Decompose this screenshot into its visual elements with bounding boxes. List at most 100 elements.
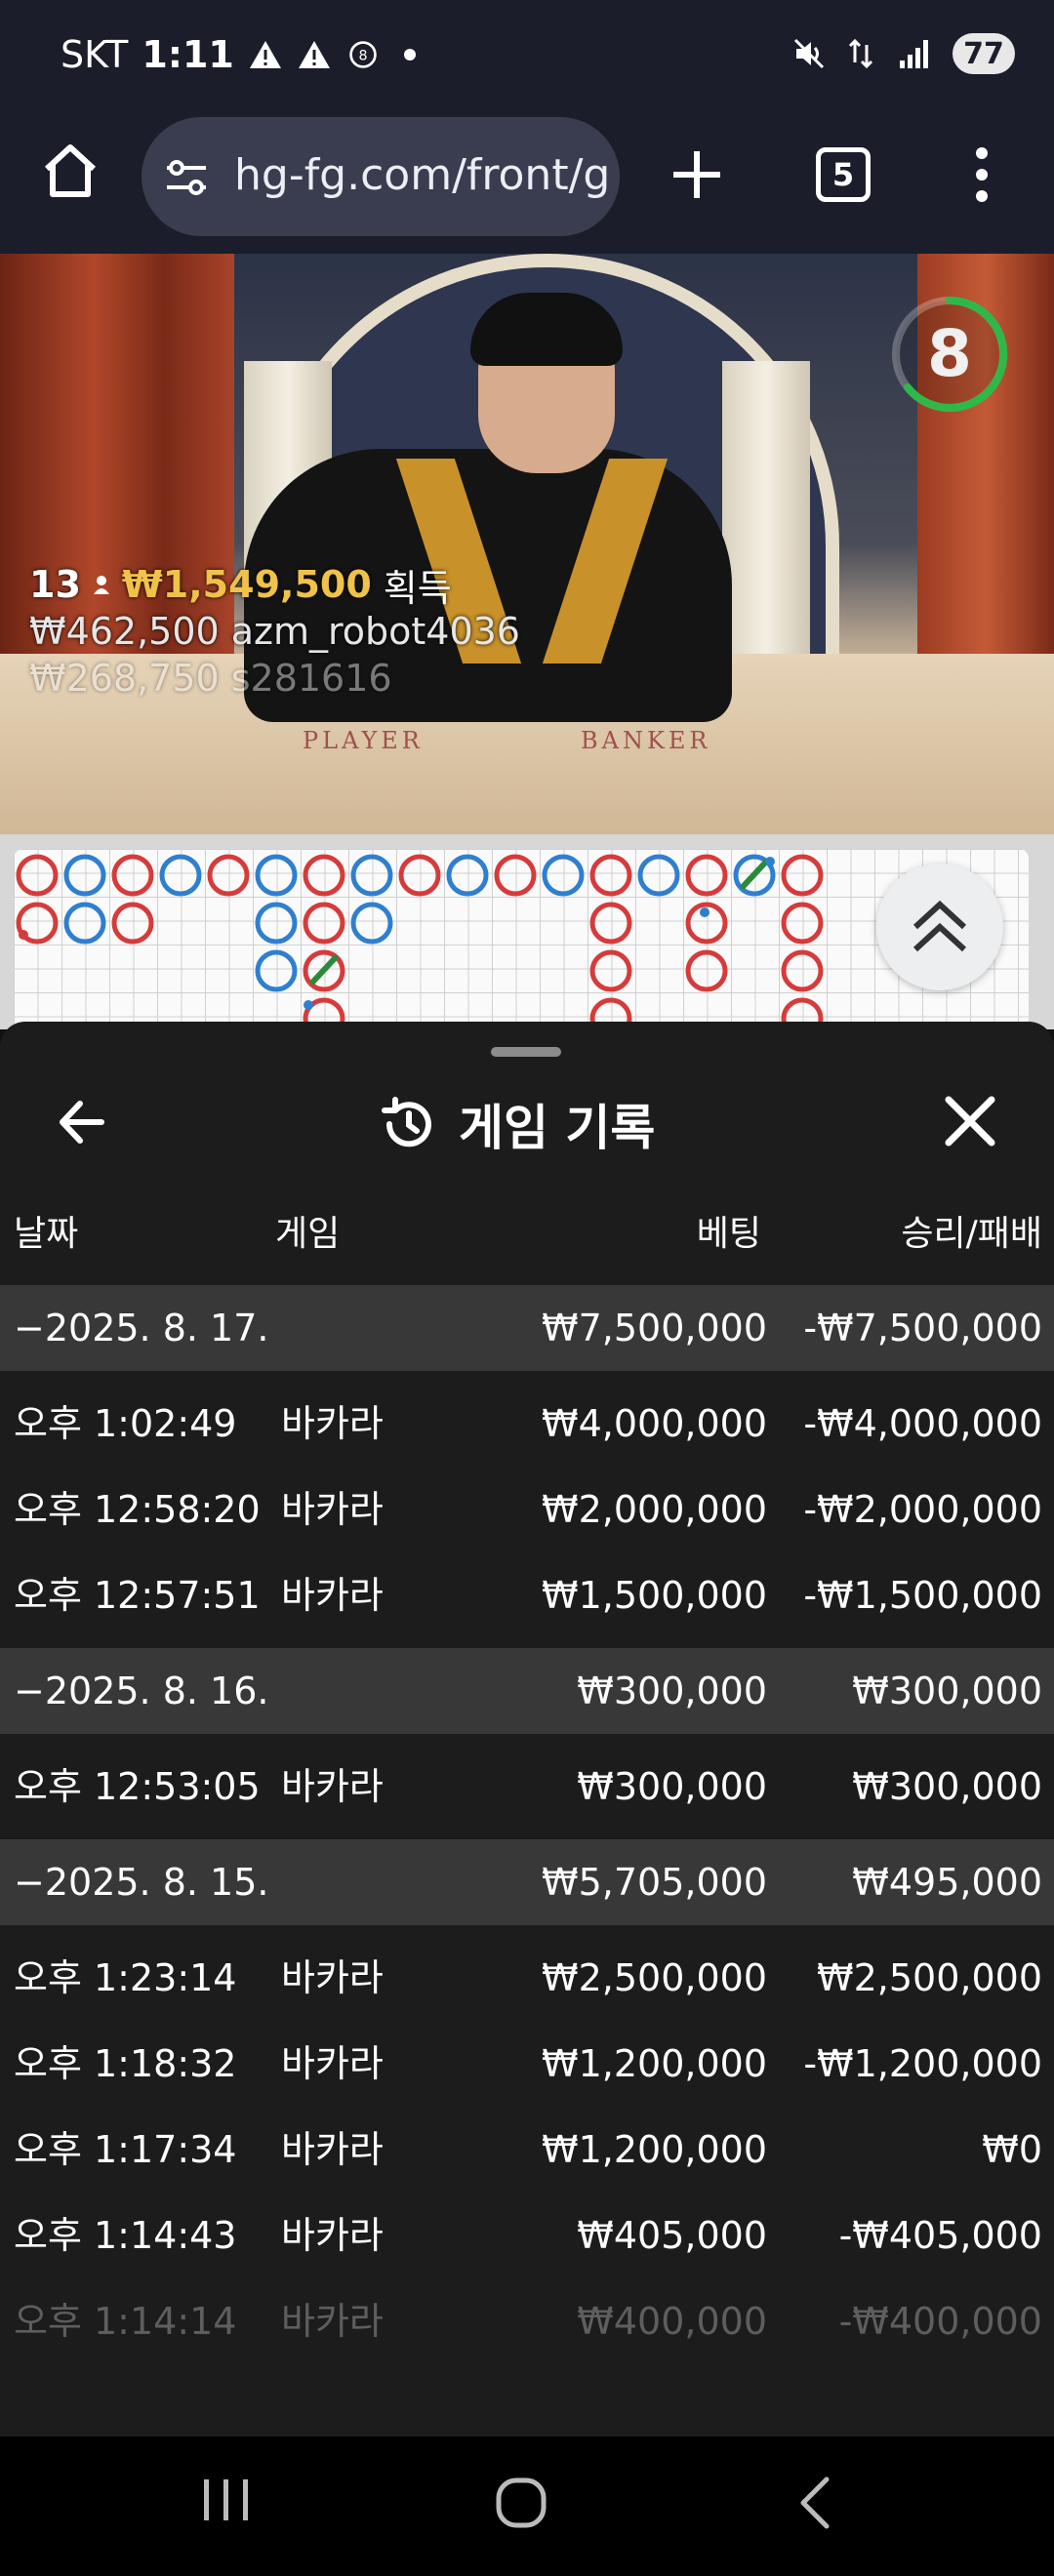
row-result: -₩2,000,000 (803, 1488, 1042, 1531)
row-time: 오후 1:23:14 (14, 1956, 237, 1999)
winner-row: ₩268,750 s281616 (29, 655, 1054, 702)
history-icon (382, 1097, 431, 1147)
scroll-fade (0, 2329, 1054, 2436)
svg-text:8: 8 (358, 48, 367, 63)
row-bet: ₩7,500,000 (542, 1307, 767, 1349)
winner-user: s281616 (230, 657, 392, 700)
plus-icon[interactable] (669, 147, 724, 202)
winner-amount: ₩462,500 (29, 610, 220, 653)
row-game: 바카라 (281, 1574, 384, 1617)
row-bet: ₩1,500,000 (542, 1574, 767, 1617)
row-bet: ₩300,000 (577, 1670, 767, 1712)
row-date: −2025. 8. 17. (14, 1307, 269, 1349)
history-row[interactable]: 오후 1:18:32 바카라 ₩1,200,000 -₩1,200,000 (0, 2021, 1054, 2107)
home-icon[interactable] (39, 140, 101, 202)
back-nav-icon[interactable] (795, 2474, 834, 2532)
history-table: −2025. 8. 17. ₩7,500,000 -₩7,500,000 오후 … (0, 1285, 1054, 2364)
row-date: −2025. 8. 16. (14, 1670, 269, 1712)
winner-count: 13 (29, 563, 81, 606)
row-result: -₩4,000,000 (803, 1402, 1042, 1445)
row-time: 오후 12:57:51 (14, 1574, 261, 1617)
arrow-left-icon[interactable] (51, 1088, 119, 1156)
drag-handle[interactable] (491, 1047, 561, 1057)
row-bet: ₩5,705,000 (542, 1861, 767, 1904)
url-text: hg-fg.com/front/g (234, 150, 611, 200)
live-dealer-video[interactable]: PLAYER BANKER 8 13 ₩1,549,500 획득 ₩462,50… (0, 254, 1054, 834)
signal-icon (900, 40, 928, 68)
row-bet: ₩405,000 (577, 2214, 767, 2257)
tune-icon[interactable] (163, 154, 210, 201)
row-bet: ₩2,000,000 (542, 1488, 767, 1531)
row-bet: ₩1,200,000 (542, 2042, 767, 2085)
row-result: ₩0 (982, 2128, 1042, 2171)
row-result: -₩1,500,000 (803, 1574, 1042, 1617)
winner-row: ₩462,500 azm_robot4036 (29, 608, 1054, 655)
history-row[interactable]: 오후 12:53:05 바카라 ₩300,000 ₩300,000 (0, 1744, 1054, 1830)
close-icon[interactable] (939, 1090, 1001, 1152)
mute-icon (793, 38, 825, 69)
row-result: ₩300,000 (852, 1765, 1042, 1808)
row-result: -₩405,000 (838, 2214, 1042, 2257)
row-time: 오후 1:18:32 (14, 2042, 237, 2085)
date-group-row[interactable]: −2025. 8. 16. ₩300,000 ₩300,000 (0, 1648, 1054, 1734)
row-result: -₩7,500,000 (803, 1307, 1042, 1349)
row-date: −2025. 8. 15. (14, 1861, 269, 1904)
history-row[interactable]: 오후 1:02:49 바카라 ₩4,000,000 -₩4,000,000 (0, 1381, 1054, 1467)
url-bar[interactable]: hg-fg.com/front/g (142, 117, 620, 236)
winners-total-row: 13 ₩1,549,500 획득 (29, 561, 1054, 610)
row-time: 오후 1:14:43 (14, 2214, 237, 2257)
battery-indicator: 77 (953, 33, 1015, 74)
row-result: ₩495,000 (852, 1861, 1042, 1904)
row-time: 오후 1:17:34 (14, 2128, 237, 2171)
row-game: 바카라 (281, 2128, 384, 2171)
row-time: 오후 1:02:49 (14, 1402, 237, 1445)
data-saver-icon: 8 (349, 41, 377, 68)
winners-list: 13 ₩1,549,500 획득 ₩462,500 azm_robot4036 … (29, 561, 1054, 702)
winners-total-amount: ₩1,549,500 (121, 563, 372, 606)
person-icon (93, 576, 109, 594)
carrier-label: SKT (61, 33, 129, 76)
row-time: 오후 12:53:05 (14, 1765, 261, 1808)
row-bet: ₩1,200,000 (542, 2128, 767, 2171)
row-result: ₩2,500,000 (817, 1956, 1042, 1999)
date-group-row[interactable]: −2025. 8. 15. ₩5,705,000 ₩495,000 (0, 1839, 1054, 1925)
history-row[interactable]: 오후 1:23:14 바카라 ₩2,500,000 ₩2,500,000 (0, 1935, 1054, 2021)
recent-apps-icon[interactable] (200, 2475, 253, 2524)
row-game: 바카라 (281, 1956, 384, 1999)
game-history-sheet: 게임 기록 날짜 게임 베팅 승리/패배 −2025. 8. 17. ₩7,50… (0, 1022, 1054, 2436)
row-result: ₩300,000 (852, 1670, 1042, 1712)
double-chevron-up-icon (912, 900, 967, 952)
row-time: 오후 12:58:20 (14, 1488, 261, 1531)
notification-dot (403, 49, 416, 60)
home-nav-icon[interactable] (494, 2475, 548, 2530)
system-navigation-bar (0, 2436, 1054, 2576)
date-group-row[interactable]: −2025. 8. 17. ₩7,500,000 -₩7,500,000 (0, 1285, 1054, 1371)
scroll-up-button[interactable] (876, 864, 1003, 990)
column-header-date: 날짜 (14, 1214, 79, 1254)
warning-icon (249, 41, 281, 68)
status-bar: SKT 1:11 8 77 (0, 0, 1054, 112)
history-row[interactable]: 오후 1:17:34 바카라 ₩1,200,000 ₩0 (0, 2107, 1054, 2193)
winner-user: azm_robot4036 (230, 610, 520, 653)
column-header-result: 승리/패배 (901, 1214, 1042, 1254)
winners-suffix: 획득 (383, 566, 452, 610)
table-label-player: PLAYER (303, 727, 424, 754)
history-row[interactable]: 오후 12:57:51 바카라 ₩1,500,000 -₩1,500,000 (0, 1552, 1054, 1638)
tab-switcher-button[interactable]: 5 (816, 147, 871, 202)
row-bet: ₩300,000 (577, 1765, 767, 1808)
row-bet: ₩2,500,000 (542, 1956, 767, 1999)
table-label-banker: BANKER (581, 727, 711, 754)
warning-icon (298, 41, 330, 68)
sheet-header: 게임 기록 (377, 1090, 655, 1158)
row-bet: ₩4,000,000 (542, 1402, 767, 1445)
winner-amount: ₩268,750 (29, 657, 220, 700)
sheet-title: 게임 기록 (459, 1100, 656, 1156)
history-row[interactable]: 오후 1:14:43 바카라 ₩405,000 -₩405,000 (0, 2193, 1054, 2278)
history-row[interactable]: 오후 12:58:20 바카라 ₩2,000,000 -₩2,000,000 (0, 1467, 1054, 1552)
more-vertical-icon[interactable] (966, 143, 997, 206)
row-game: 바카라 (281, 2042, 384, 2085)
row-result: -₩1,200,000 (803, 2042, 1042, 2085)
data-transfer-icon (848, 38, 873, 69)
row-game: 바카라 (281, 1488, 384, 1531)
browser-toolbar: hg-fg.com/front/g 5 (0, 112, 1054, 254)
